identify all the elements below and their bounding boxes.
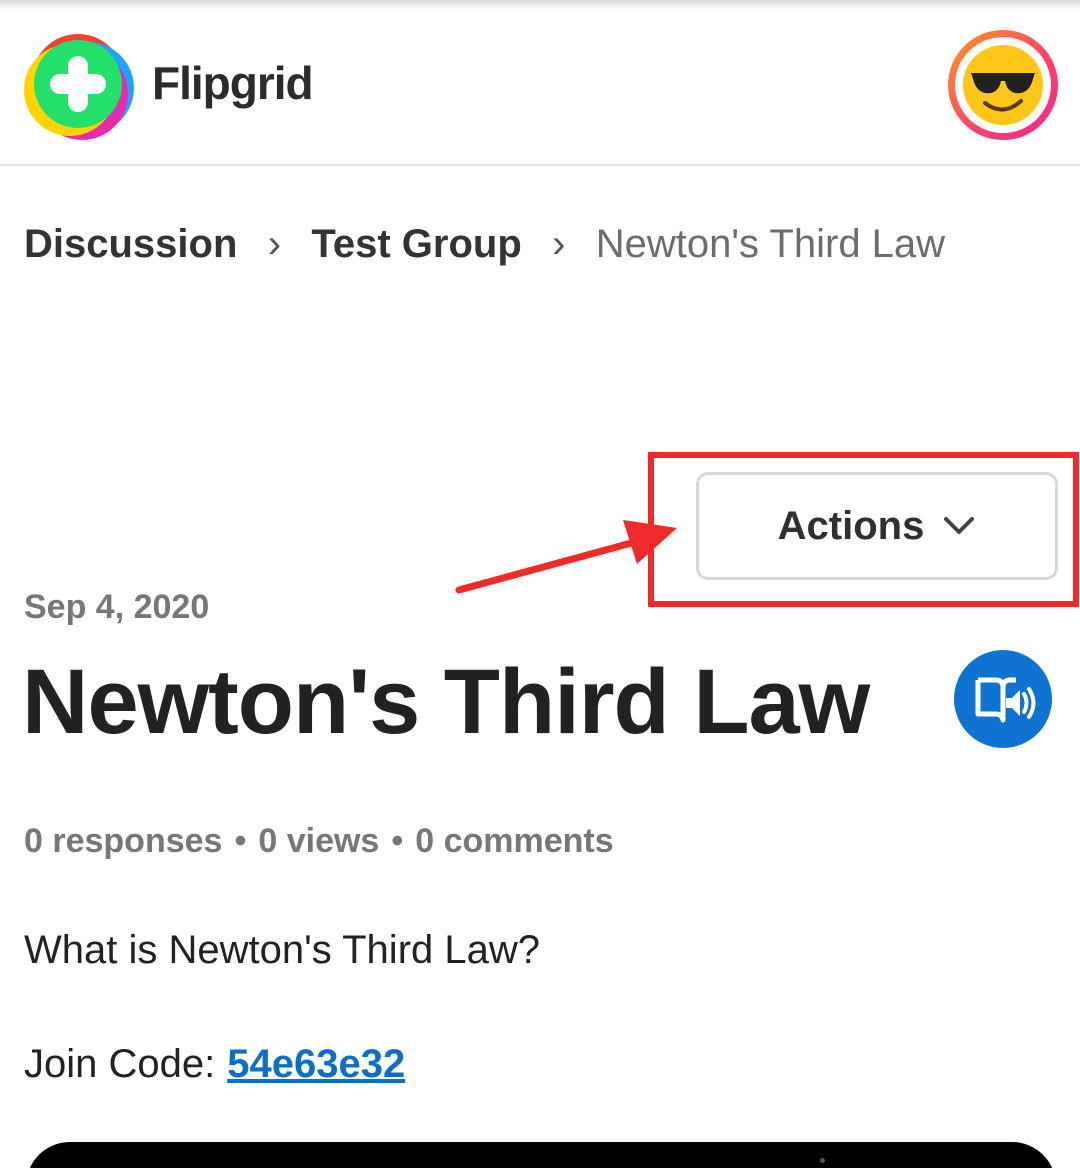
actions-dropdown-button[interactable]: Actions: [696, 472, 1058, 580]
annotation-arrow-icon: [455, 520, 677, 594]
top-edge-shadow: [0, 0, 1080, 10]
topic-title: Newton's Third Law: [22, 651, 870, 753]
join-code-link[interactable]: 54e63e32: [227, 1042, 405, 1086]
topic-date: Sep 4, 2020: [24, 588, 210, 626]
views-count: 0 views: [258, 822, 380, 860]
stats-separator: •: [234, 822, 247, 860]
topic-stats: 0 responses • 0 views • 0 comments: [24, 822, 614, 861]
chevron-down-icon: [944, 517, 975, 534]
actions-label: Actions: [777, 503, 925, 548]
flipgrid-plus-icon: [24, 34, 134, 140]
responses-count: 0 responses: [24, 822, 223, 860]
breadcrumb: Discussion › Test Group › Newton's Third…: [24, 216, 945, 272]
breadcrumb-current: Newton's Third Law: [595, 221, 946, 266]
breadcrumb-test-group[interactable]: Test Group: [311, 222, 521, 267]
video-indicator-dot: [820, 1158, 825, 1163]
comments-count: 0 comments: [415, 822, 614, 860]
chevron-right-icon: ›: [267, 221, 282, 266]
chevron-right-icon: ›: [552, 221, 566, 266]
stats-separator: •: [391, 822, 404, 860]
sunglasses-emoji-icon: [963, 45, 1043, 125]
join-code-row: Join Code: 54e63e32: [24, 1042, 405, 1087]
video-player[interactable]: [26, 1142, 1056, 1168]
flipgrid-logo[interactable]: [22, 30, 134, 142]
user-avatar[interactable]: [948, 30, 1058, 140]
topic-prompt: What is Newton's Third Law?: [24, 928, 540, 972]
breadcrumb-discussion[interactable]: Discussion: [24, 222, 237, 267]
immersive-reader-button[interactable]: [954, 650, 1052, 748]
immersive-reader-icon: [975, 677, 1036, 723]
join-code-label: Join Code:: [24, 1042, 216, 1086]
app-header: Flipgrid: [0, 10, 1080, 166]
app-name: Flipgrid: [152, 57, 314, 109]
